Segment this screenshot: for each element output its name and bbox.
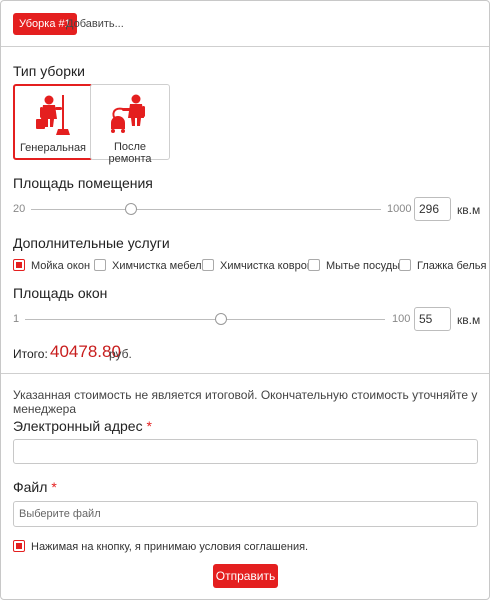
divider [1, 373, 489, 374]
card-general-caption: Генеральная [19, 142, 87, 154]
windows-label: Площадь окон [13, 285, 108, 301]
area-max: 1000 [387, 203, 412, 215]
card-general[interactable]: Генеральная [13, 84, 93, 160]
total-currency: руб. [109, 347, 132, 361]
cleaning-type-label: Тип уборки [13, 63, 85, 79]
extra-label: Мытье посуды [326, 260, 401, 272]
submit-button[interactable]: Отправить [213, 564, 278, 588]
extra-window-washing[interactable]: Мойка окон [13, 259, 90, 273]
email-label: Электронный адрес * [13, 418, 152, 434]
extra-furniture-cleaning[interactable]: Химчистка мебели [94, 259, 208, 273]
file-label-text: Файл [13, 479, 48, 495]
required-mark: * [51, 479, 57, 495]
extra-label: Глажка белья [417, 260, 487, 272]
email-field[interactable] [13, 439, 478, 464]
agreement-checkbox-row[interactable]: Нажимая на кнопку, я принимаю условия со… [13, 540, 308, 553]
checkbox-icon[interactable] [399, 259, 411, 271]
extras-label: Дополнительные услуги [13, 235, 170, 251]
area-value-input[interactable]: 296 [414, 197, 451, 221]
checkbox-icon[interactable] [94, 259, 106, 271]
checkbox-icon[interactable] [13, 540, 25, 552]
extra-ironing[interactable]: Глажка белья [399, 259, 487, 273]
email-value [14, 446, 19, 458]
cleaner-mop-icon [33, 92, 73, 143]
area-slider-track[interactable] [31, 209, 381, 210]
price-note: Указанная стоимость не является итоговой… [13, 388, 478, 416]
area-unit: кв.м [457, 203, 481, 217]
area-min: 20 [13, 203, 26, 215]
checkbox-icon[interactable] [202, 259, 214, 271]
extra-carpet-cleaning[interactable]: Химчистка ковров [202, 259, 313, 273]
tab-add[interactable]: Добавить... [66, 13, 124, 35]
windows-min: 1 [13, 313, 20, 325]
windows-slider-track[interactable] [25, 319, 385, 320]
card-after-renovation-caption: После ремонта [108, 141, 152, 165]
extra-dishwashing[interactable]: Мытье посуды [308, 259, 400, 273]
checkbox-icon[interactable] [13, 259, 25, 271]
windows-slider-thumb[interactable] [215, 313, 227, 325]
agreement-label: Нажимая на кнопку, я принимаю условия со… [31, 541, 309, 553]
windows-max: 100 [392, 313, 411, 325]
area-label: Площадь помещения [13, 175, 153, 191]
email-label-text: Электронный адрес [13, 418, 143, 434]
windows-unit: кв.м [457, 313, 481, 327]
area-slider-thumb[interactable] [125, 203, 137, 215]
required-mark: * [146, 418, 152, 434]
extra-label: Химчистка мебели [112, 260, 208, 272]
vacuum-cleaner-icon [107, 91, 153, 142]
extra-label: Химчистка ковров [220, 260, 313, 272]
card-after-renovation[interactable]: После ремонта [90, 84, 170, 165]
calculator-form: Уборка #1 Добавить... Тип уборки Генерал… [0, 0, 490, 600]
file-placeholder: Выберите файл [19, 508, 101, 520]
tabs-bar: Уборка #1 Добавить... [1, 1, 489, 47]
extra-label: Мойка окон [31, 260, 91, 272]
total-label: Итого: [13, 347, 48, 361]
checkbox-icon[interactable] [308, 259, 320, 271]
file-input[interactable]: Выберите файл [13, 501, 478, 527]
file-label: Файл * [13, 479, 57, 495]
windows-value-input[interactable]: 55 [414, 307, 451, 331]
